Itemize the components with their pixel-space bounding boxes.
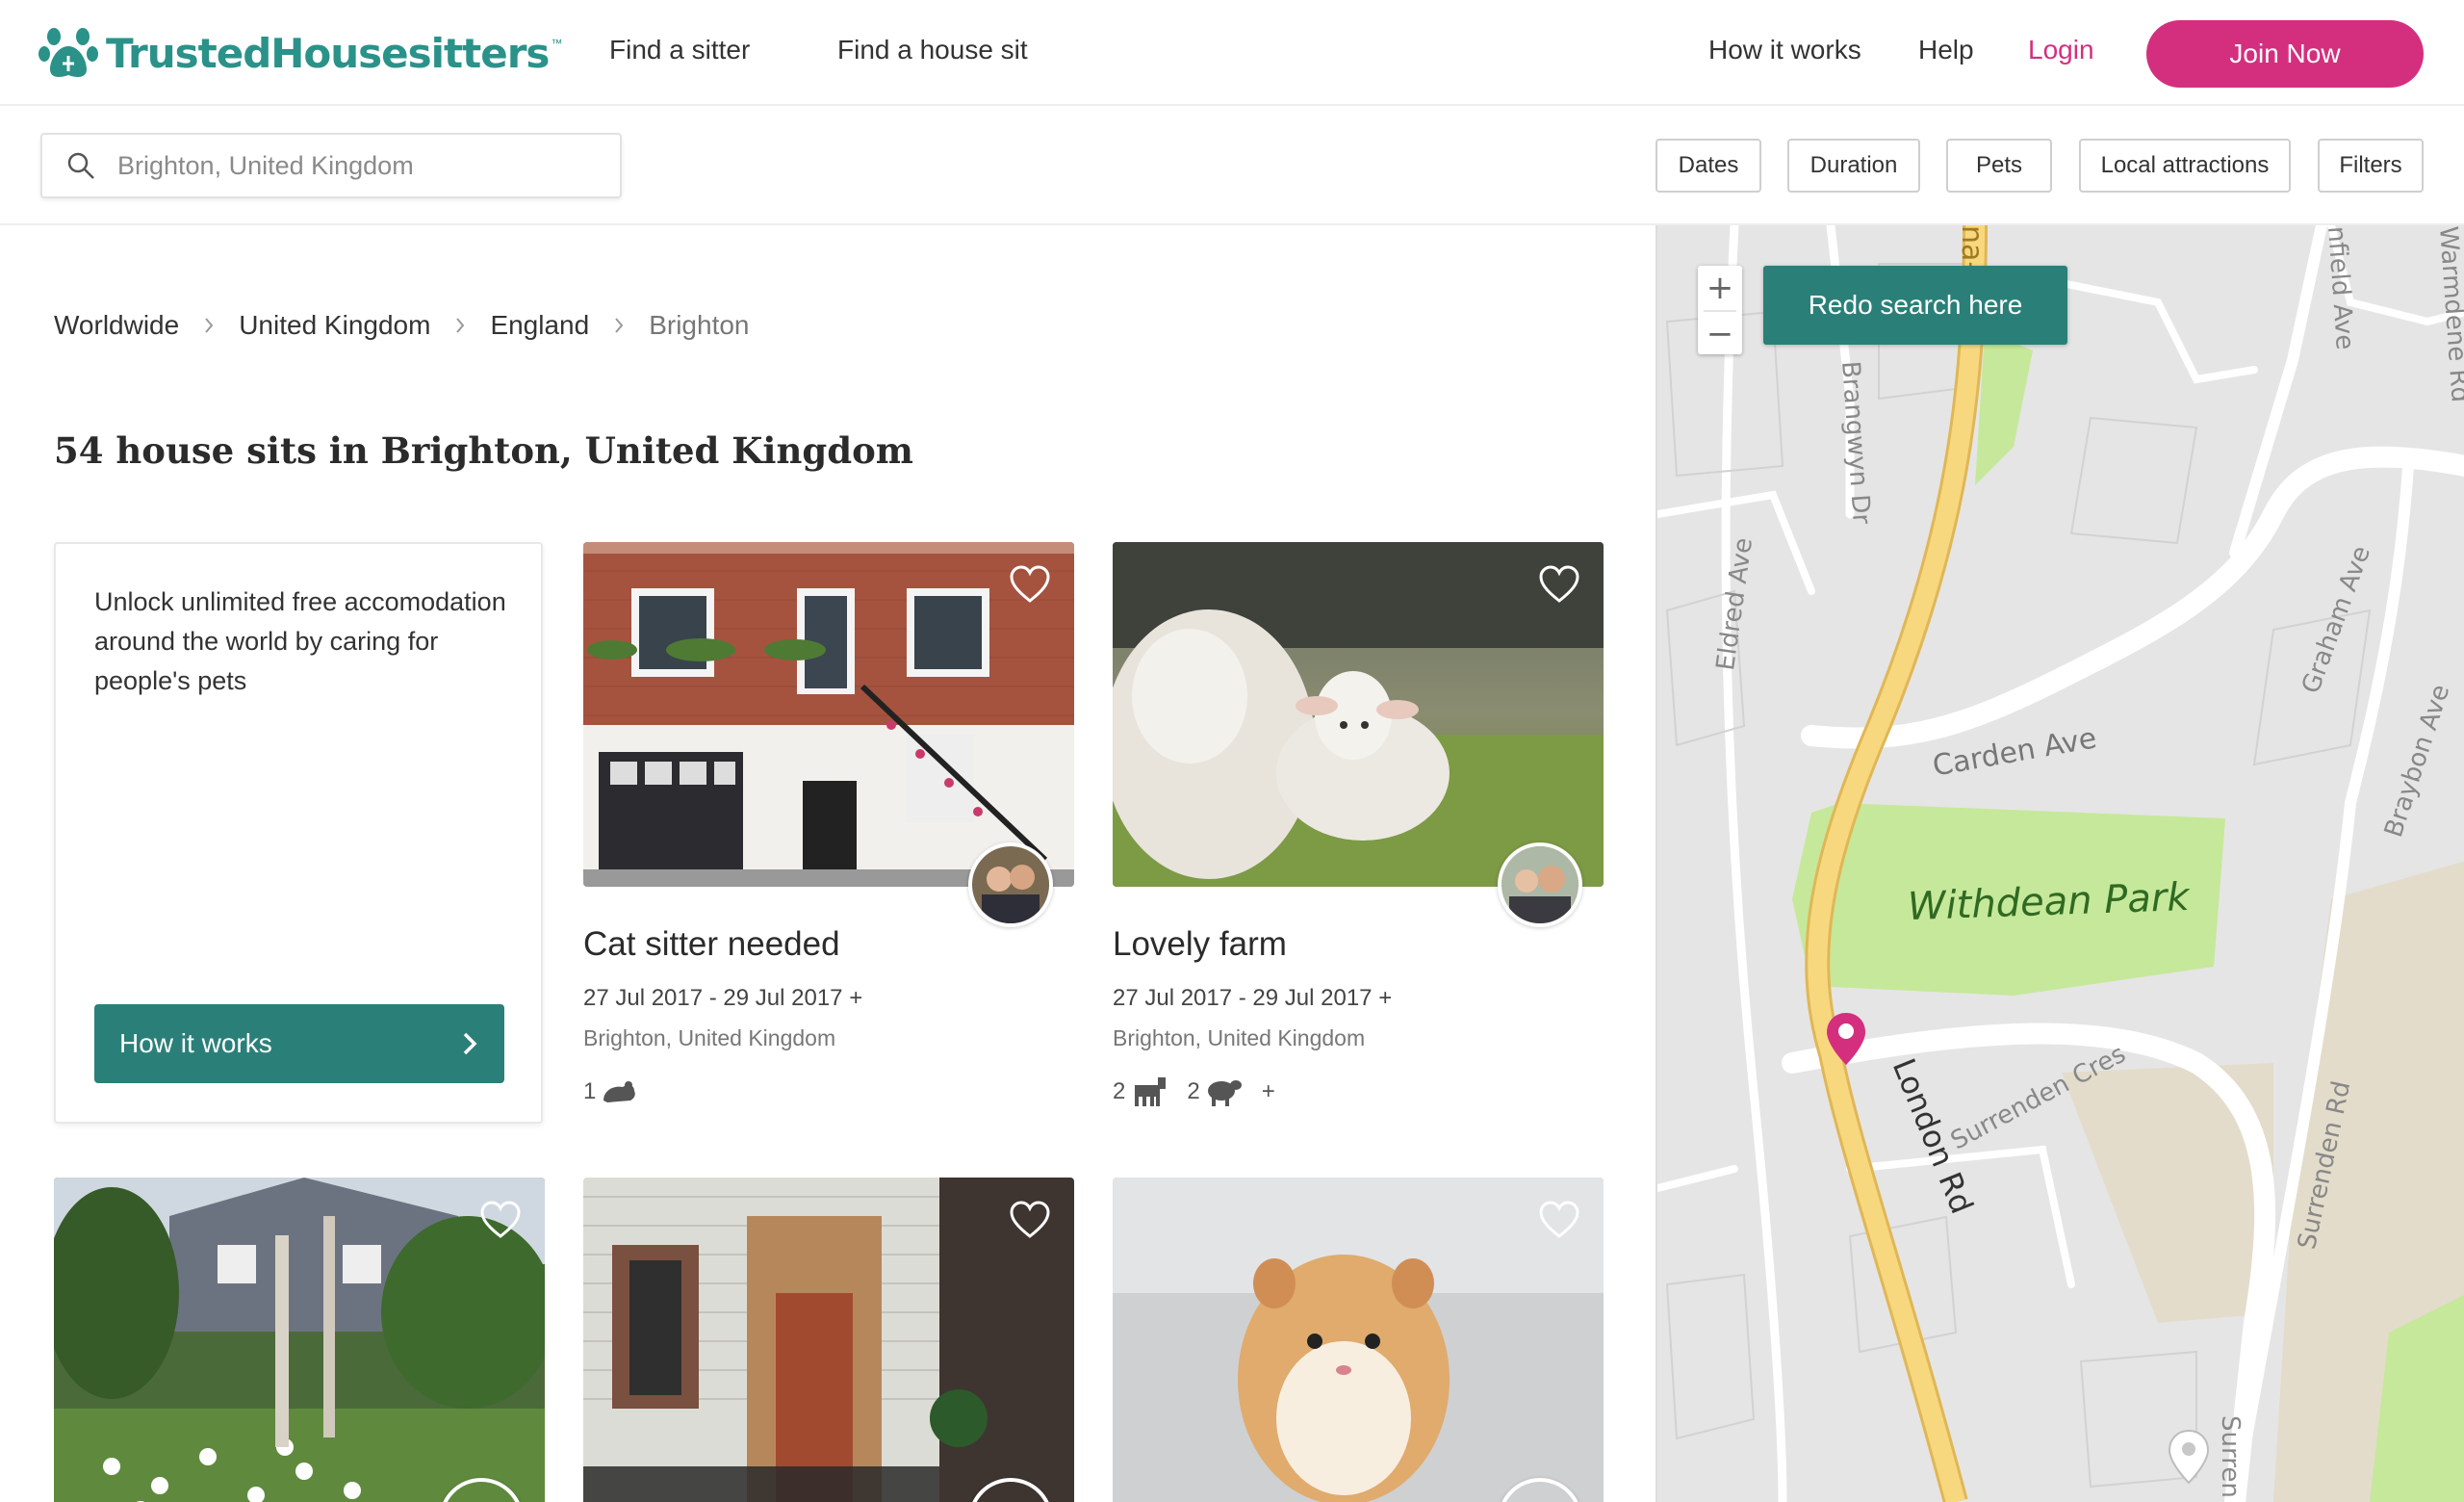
search-input[interactable]: [117, 150, 599, 181]
favorite-heart-icon[interactable]: [479, 1201, 522, 1239]
paw-logo-icon: [38, 28, 98, 77]
listing-card[interactable]: [54, 1178, 545, 1502]
listing-photo-townhouse[interactable]: [583, 542, 1074, 887]
breadcrumb: Worldwide United Kingdom England Brighto…: [54, 310, 750, 341]
join-now-button[interactable]: Join Now: [2146, 20, 2424, 88]
more-pets-indicator: +: [1261, 1078, 1275, 1104]
zoom-in-button[interactable]: +: [1698, 266, 1742, 310]
how-it-works-button[interactable]: How it works: [94, 1004, 504, 1083]
trademark-mark: ™: [551, 37, 563, 50]
rodent-icon: [603, 1081, 636, 1102]
filter-duration-button[interactable]: Duration: [1787, 139, 1920, 193]
map-zoom-control: + −: [1698, 266, 1742, 354]
chevron-right-icon: [205, 318, 214, 333]
listing-location: Brighton, United Kingdom: [583, 1025, 836, 1050]
search-icon: [67, 152, 94, 179]
search-box[interactable]: [40, 133, 622, 198]
listing-photo-front-door[interactable]: [583, 1178, 1074, 1502]
pet-count: 2: [1187, 1078, 1200, 1104]
listing-photo-lambs[interactable]: [1113, 542, 1604, 887]
zoom-out-button[interactable]: −: [1698, 312, 1742, 356]
favorite-heart-icon[interactable]: [1009, 565, 1051, 604]
breadcrumb-united-kingdom[interactable]: United Kingdom: [239, 310, 430, 341]
host-avatar[interactable]: [968, 842, 1053, 927]
nav-help[interactable]: Help: [1918, 35, 1974, 65]
favorite-heart-icon[interactable]: [1009, 1201, 1051, 1239]
results-title: 54 house sits in Brighton, United Kingdo…: [54, 429, 913, 472]
nav-find-sitter[interactable]: Find a sitter: [609, 35, 750, 65]
map-label-surrenden-rd-2: Surren: [2216, 1415, 2245, 1498]
filter-local-attractions-button[interactable]: Local attractions: [2079, 139, 2291, 193]
breadcrumb-brighton: Brighton: [649, 310, 750, 340]
townhouse-image: [583, 542, 1074, 887]
listing-dates: 27 Jul 2017 - 29 Jul 2017 +: [583, 985, 863, 1011]
breadcrumb-england[interactable]: England: [490, 310, 589, 341]
sheep-icon: [1207, 1080, 1242, 1106]
hamster-image: [1113, 1178, 1604, 1502]
login-link[interactable]: Login: [2028, 35, 2094, 65]
listing-title[interactable]: Cat sitter needed: [583, 925, 840, 964]
brand-logo[interactable]: TrustedHousesitters ™: [38, 23, 562, 83]
garden-house-image: [54, 1178, 545, 1502]
top-header: TrustedHousesitters ™ Find a sitter Find…: [0, 0, 2464, 106]
how-it-works-label: How it works: [119, 1028, 272, 1058]
filter-more-button[interactable]: Filters: [2318, 139, 2424, 193]
promo-card: Unlock unlimited free accomodation aroun…: [54, 542, 543, 1124]
lambs-image: [1113, 542, 1604, 887]
favorite-heart-icon[interactable]: [1538, 565, 1580, 604]
filter-dates-button[interactable]: Dates: [1656, 139, 1761, 193]
listing-card[interactable]: [1113, 1178, 1604, 1502]
map-pin-icon[interactable]: [2168, 1429, 2210, 1485]
map-pin-selected-icon[interactable]: [1825, 1011, 1867, 1067]
listing-location: Brighton, United Kingdom: [1113, 1025, 1366, 1050]
redo-search-button[interactable]: Redo search here: [1763, 266, 2067, 345]
listing-pets: 2 2 +: [1113, 1075, 1275, 1108]
listing-card[interactable]: Cat sitter needed 27 Jul 2017 - 29 Jul 2…: [583, 542, 1074, 1120]
results-map[interactable]: Withdean Park London Rd Carden Ave Surre…: [1656, 225, 2464, 1502]
favorite-heart-icon[interactable]: [1538, 1201, 1580, 1239]
listing-photo-garden-house[interactable]: [54, 1178, 545, 1502]
chevron-right-icon: [615, 318, 624, 333]
listing-dates: 27 Jul 2017 - 29 Jul 2017 +: [1113, 985, 1393, 1011]
map-tiles: [1657, 225, 2464, 1502]
pet-count: 2: [1113, 1078, 1126, 1104]
listing-photo-hamster[interactable]: [1113, 1178, 1604, 1502]
host-avatar[interactable]: [1498, 842, 1582, 927]
nav-how-it-works[interactable]: How it works: [1708, 35, 1861, 65]
listing-card[interactable]: Lovely farm 27 Jul 2017 - 29 Jul 2017 + …: [1113, 542, 1604, 1120]
chevron-right-icon: [463, 1032, 477, 1055]
listing-pets: 1: [583, 1075, 657, 1108]
listing-card[interactable]: [583, 1178, 1074, 1502]
nav-find-house-sit[interactable]: Find a house sit: [837, 35, 1028, 65]
listing-title[interactable]: Lovely farm: [1113, 925, 1287, 964]
brand-name: TrustedHousesitters: [106, 29, 550, 77]
pet-count: 1: [583, 1078, 597, 1104]
chevron-right-icon: [456, 318, 465, 333]
search-filter-bar: Dates Duration Pets Local attractions Fi…: [0, 106, 2464, 225]
front-door-image: [583, 1178, 1074, 1502]
promo-text: Unlock unlimited free accomodation aroun…: [94, 587, 506, 695]
breadcrumb-worldwide[interactable]: Worldwide: [54, 310, 179, 341]
filter-pets-button[interactable]: Pets: [1946, 139, 2052, 193]
farm-animal-icon: [1135, 1077, 1167, 1106]
